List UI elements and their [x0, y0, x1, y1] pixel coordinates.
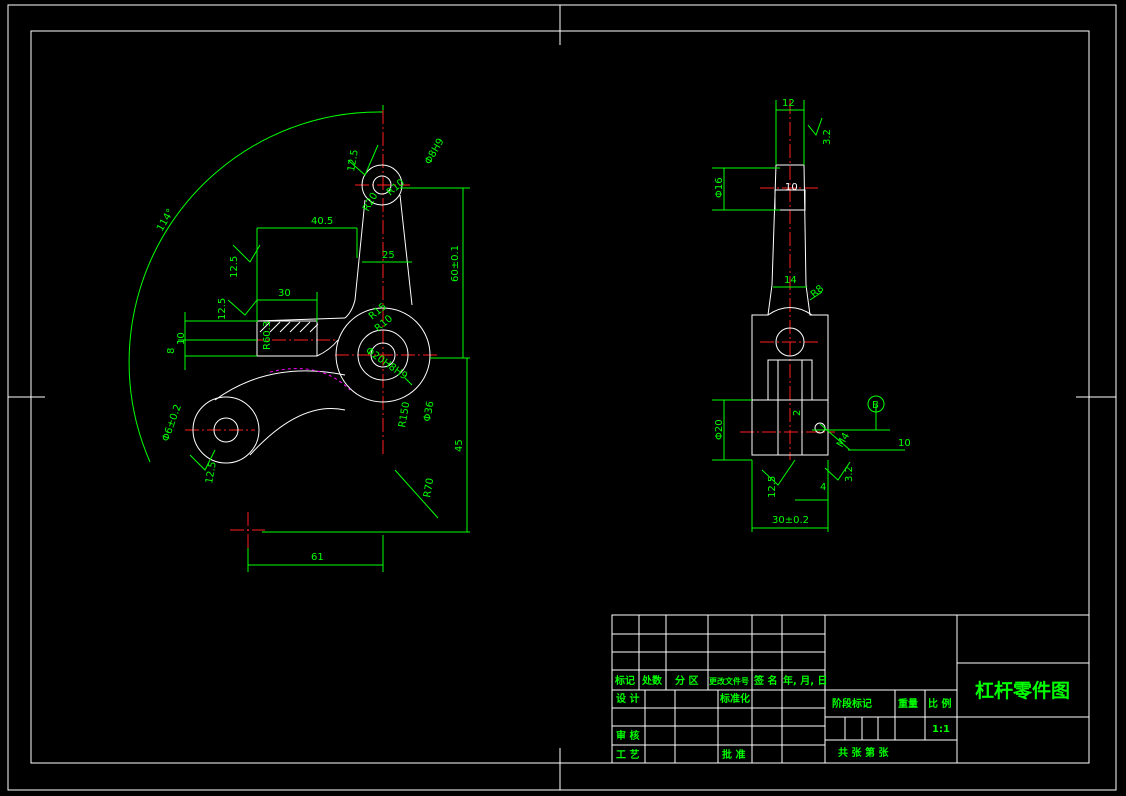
dim-45: 45 — [454, 439, 465, 452]
dim-phi6: Φ6±0.2 — [160, 403, 184, 443]
side-dim-r8: R8 — [809, 283, 826, 300]
tb-stage-mark: 阶段标记 — [832, 697, 872, 710]
dim-40-5: 40.5 — [311, 216, 333, 227]
dim-12-5-d: 12.5 — [204, 461, 219, 485]
side-datum-b: B — [872, 400, 879, 411]
tb-weight: 重量 — [898, 697, 918, 710]
dim-60: 60±0.1 — [450, 245, 461, 282]
side-dim-m4: M4 — [835, 431, 852, 449]
dim-25: 25 — [382, 250, 395, 261]
side-dim-phi20: Φ20 — [714, 419, 725, 440]
sheet-border-outer — [7, 4, 1117, 791]
tb-sheets: 共 张 第 张 — [838, 746, 889, 759]
tb-scale-label: 比 例 — [928, 697, 951, 710]
tb-label-zone: 分 区 — [675, 674, 698, 687]
dim-30: 30 — [278, 288, 291, 299]
dim-12-5-b: 12.5 — [229, 256, 240, 278]
drawing-title: 杠杆零件图 — [975, 679, 1070, 702]
dim-phi36: Φ36 — [422, 400, 436, 422]
side-dim-12-top: 12 — [782, 98, 795, 109]
tb-check: 审 核 — [616, 729, 639, 742]
tb-label-sign: 签 名 — [753, 674, 777, 687]
tb-approve: 批 准 — [722, 748, 745, 761]
side-dim-12-5: 12.5 — [767, 476, 778, 498]
center-marks — [8, 5, 1116, 790]
dim-10: 10 — [176, 332, 187, 345]
dim-phi8h9: Φ8H9 — [423, 137, 447, 167]
dim-r150: R150 — [397, 401, 412, 429]
side-dim-2: 2 — [792, 410, 803, 416]
dim-r60-3: R60.3 — [262, 321, 273, 350]
side-view: 12 3.2 Φ16 10 14 R8 Φ20 2 M4 10 12.5 4 3… — [712, 98, 911, 532]
front-view: 114° 12.5 Φ8H9 R10 R20 40.5 25 12.5 30 1… — [128, 105, 470, 572]
side-dim-phi16: Φ16 — [714, 177, 725, 198]
dim-61: 61 — [311, 552, 324, 563]
side-dim-14: 14 — [784, 275, 797, 286]
tb-label-date: 年, 月, 日 — [783, 674, 828, 687]
title-block: 标记 处数 分 区 更改文件号 签 名 年, 月, 日 设 计 标准化 审 核 … — [611, 614, 1090, 764]
tb-scale-value: 1:1 — [932, 724, 950, 735]
dim-8: 8 — [166, 348, 177, 354]
tb-process: 工 艺 — [616, 748, 639, 761]
side-dim-3-2: 3.2 — [822, 129, 833, 145]
side-dim-10-tol: 10 — [898, 438, 911, 449]
tb-standardize: 标准化 — [719, 692, 750, 705]
dim-r10-top: R10 — [385, 177, 407, 198]
tb-label-mark: 标记 — [614, 674, 635, 687]
cad-drawing-sheet: 114° 12.5 Φ8H9 R10 R20 40.5 25 12.5 30 1… — [7, 4, 1117, 791]
tb-label-count: 处数 — [641, 674, 663, 687]
tb-label-change-doc: 更改文件号 — [709, 676, 749, 686]
dim-r70: R70 — [422, 477, 436, 498]
sheet-border-inner — [30, 30, 1090, 764]
side-dim-4: 4 — [820, 482, 826, 493]
side-dim-3-2-b: 3.2 — [844, 466, 855, 482]
tb-design: 设 计 — [616, 692, 639, 705]
side-dim-10: 10 — [785, 182, 798, 193]
dim-12-5-c: 12.5 — [217, 298, 228, 320]
side-dim-30: 30±0.2 — [772, 515, 809, 526]
